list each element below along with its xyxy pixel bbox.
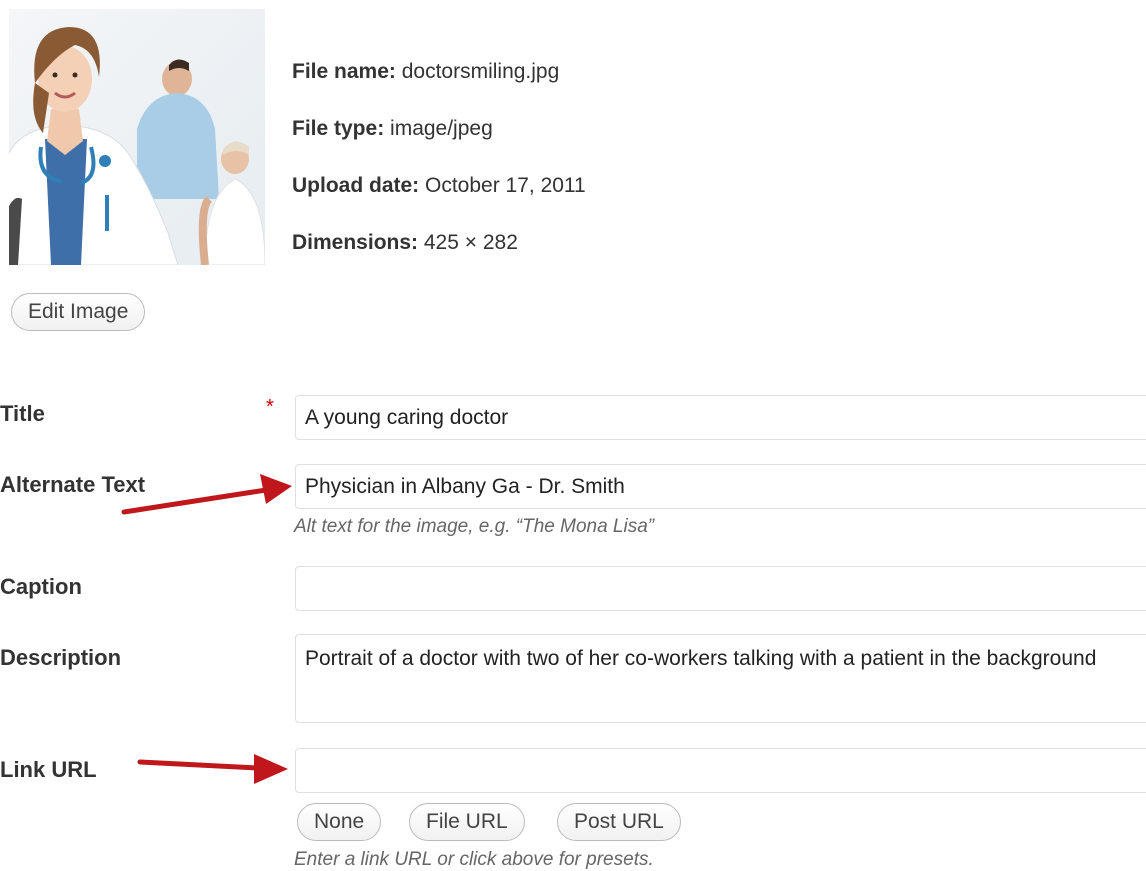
link-url-input[interactable] (295, 748, 1146, 793)
edit-image-button[interactable]: Edit Image (11, 293, 146, 331)
file-type-label: File type: (292, 117, 385, 140)
caption-input[interactable] (295, 566, 1146, 611)
arrow-shaft (137, 759, 261, 771)
caption-label: Caption (0, 574, 82, 599)
upload-date-label: Upload date: (292, 174, 420, 197)
link-file-url-button[interactable]: File URL (409, 803, 525, 841)
arrow-shaft (121, 487, 269, 515)
file-name-value: doctorsmiling.jpg (401, 60, 560, 83)
dimensions-value: 425 × 282 (423, 231, 518, 254)
description-label: Description (0, 645, 122, 670)
file-type-value: image/jpeg (390, 117, 493, 140)
doctor-photo-image (9, 9, 265, 265)
link-url-help: Enter a link URL or click above for pres… (294, 849, 654, 870)
title-label: Title (0, 401, 45, 426)
alternate-text-input[interactable] (295, 464, 1146, 509)
link-url-arrow-icon (137, 754, 288, 784)
link-none-button[interactable]: None (297, 803, 382, 841)
title-input[interactable] (295, 395, 1146, 440)
attachment-thumbnail (9, 9, 265, 265)
arrow-head (260, 474, 292, 504)
dimensions-row: Dimensions: 425 × 282 (292, 231, 518, 255)
alternate-text-arrow-icon (121, 474, 292, 515)
upload-date-value: October 17, 2011 (425, 174, 586, 197)
arrow-head (254, 754, 288, 784)
required-asterisk: * (266, 396, 274, 418)
file-name-row: File name: doctorsmiling.jpg (292, 60, 559, 84)
link-post-url-button[interactable]: Post URL (557, 803, 681, 841)
file-name-label: File name: (292, 60, 396, 83)
dimensions-label: Dimensions: (292, 231, 419, 254)
file-type-row: File type: image/jpeg (292, 117, 493, 141)
description-textarea[interactable] (295, 634, 1146, 723)
alternate-text-help: Alt text for the image, e.g. “The Mona L… (294, 516, 655, 537)
upload-date-row: Upload date: October 17, 2011 (292, 174, 586, 198)
link-url-label: Link URL (0, 757, 97, 782)
